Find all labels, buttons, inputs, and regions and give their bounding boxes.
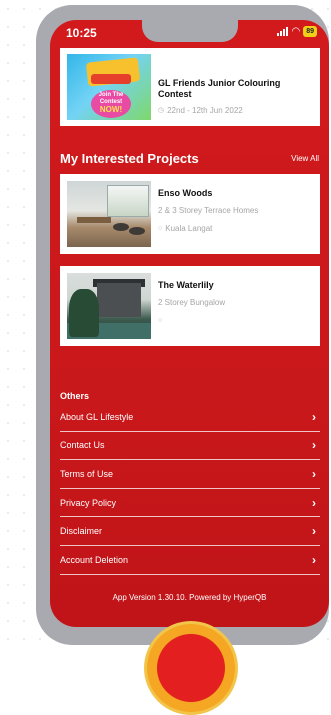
- home-fab-button[interactable]: [144, 621, 238, 715]
- project-card-enso-woods[interactable]: Enso Woods 2 & 3 Storey Terrace Homes ○ …: [60, 174, 320, 254]
- project-type: 2 Storey Bungalow: [158, 298, 226, 307]
- menu-item-label: Contact Us: [60, 440, 105, 451]
- signal-icon: [277, 27, 289, 36]
- calendar-icon: ◷: [158, 107, 165, 114]
- project-location-text: Kuala Langat: [165, 224, 213, 233]
- event-card[interactable]: Join The Contest NOW! GL Friends Junior …: [60, 48, 320, 126]
- status-icons: ◠ 89: [277, 26, 317, 37]
- menu-item-label: Account Deletion: [60, 554, 129, 565]
- app-version-text: App Version 1.30.10. Powered by HyperQB: [112, 593, 267, 602]
- event-thumbnail-text: Join The Contest NOW!: [98, 92, 124, 114]
- project-card-the-waterlily[interactable]: The Waterlily 2 Storey Bungalow ○: [60, 266, 320, 346]
- others-section-label: Others: [60, 391, 90, 401]
- project-name: The Waterlily: [158, 280, 214, 290]
- menu-item-label: About GL Lifestyle: [60, 411, 134, 422]
- chevron-right-icon: ›: [312, 438, 316, 453]
- menu-item-about[interactable]: About GL Lifestyle ›: [60, 403, 320, 432]
- section-title-interested-projects: My Interested Projects: [60, 151, 199, 166]
- project-thumbnail: [67, 273, 151, 339]
- chevron-right-icon: ›: [312, 409, 316, 424]
- chevron-right-icon: ›: [312, 466, 316, 481]
- fab-logo-icon: [157, 634, 225, 702]
- event-date: ◷ 22nd - 12th Jun 2022: [158, 106, 243, 116]
- event-thumbnail: Join The Contest NOW!: [67, 54, 151, 120]
- others-menu: About GL Lifestyle › Contact Us › Terms …: [60, 403, 320, 575]
- location-pin-icon: ○: [158, 225, 163, 232]
- menu-item-contact-us[interactable]: Contact Us ›: [60, 432, 320, 461]
- chevron-right-icon: ›: [312, 524, 316, 539]
- project-name: Enso Woods: [158, 188, 213, 198]
- chevron-right-icon: ›: [312, 495, 316, 510]
- menu-item-privacy[interactable]: Privacy Policy ›: [60, 489, 320, 518]
- location-pin-icon: ○: [158, 317, 163, 324]
- event-date-text: 22nd - 12th Jun 2022: [167, 106, 243, 115]
- project-type: 2 & 3 Storey Terrace Homes: [158, 206, 259, 215]
- view-all-link[interactable]: View All: [291, 154, 319, 163]
- battery-icon: 89: [303, 26, 317, 37]
- phone-notch: [142, 20, 238, 42]
- menu-item-label: Disclaimer: [60, 526, 103, 537]
- project-location: ○ Kuala Langat: [158, 224, 212, 234]
- menu-item-account-deletion[interactable]: Account Deletion ›: [60, 546, 320, 575]
- chevron-right-icon: ›: [312, 552, 316, 567]
- menu-item-label: Terms of Use: [60, 468, 114, 479]
- menu-item-disclaimer[interactable]: Disclaimer ›: [60, 517, 320, 546]
- project-thumbnail: [67, 181, 151, 247]
- event-title: GL Friends Junior Colouring Contest: [158, 78, 281, 99]
- app-screen: 10:25 ◠ 89 Join The Contest NOW! GL Frie…: [50, 20, 329, 627]
- status-time: 10:25: [66, 26, 97, 40]
- wifi-icon: ◠: [291, 25, 301, 37]
- menu-item-terms[interactable]: Terms of Use ›: [60, 460, 320, 489]
- project-location: ○: [158, 316, 165, 326]
- menu-item-label: Privacy Policy: [60, 497, 117, 508]
